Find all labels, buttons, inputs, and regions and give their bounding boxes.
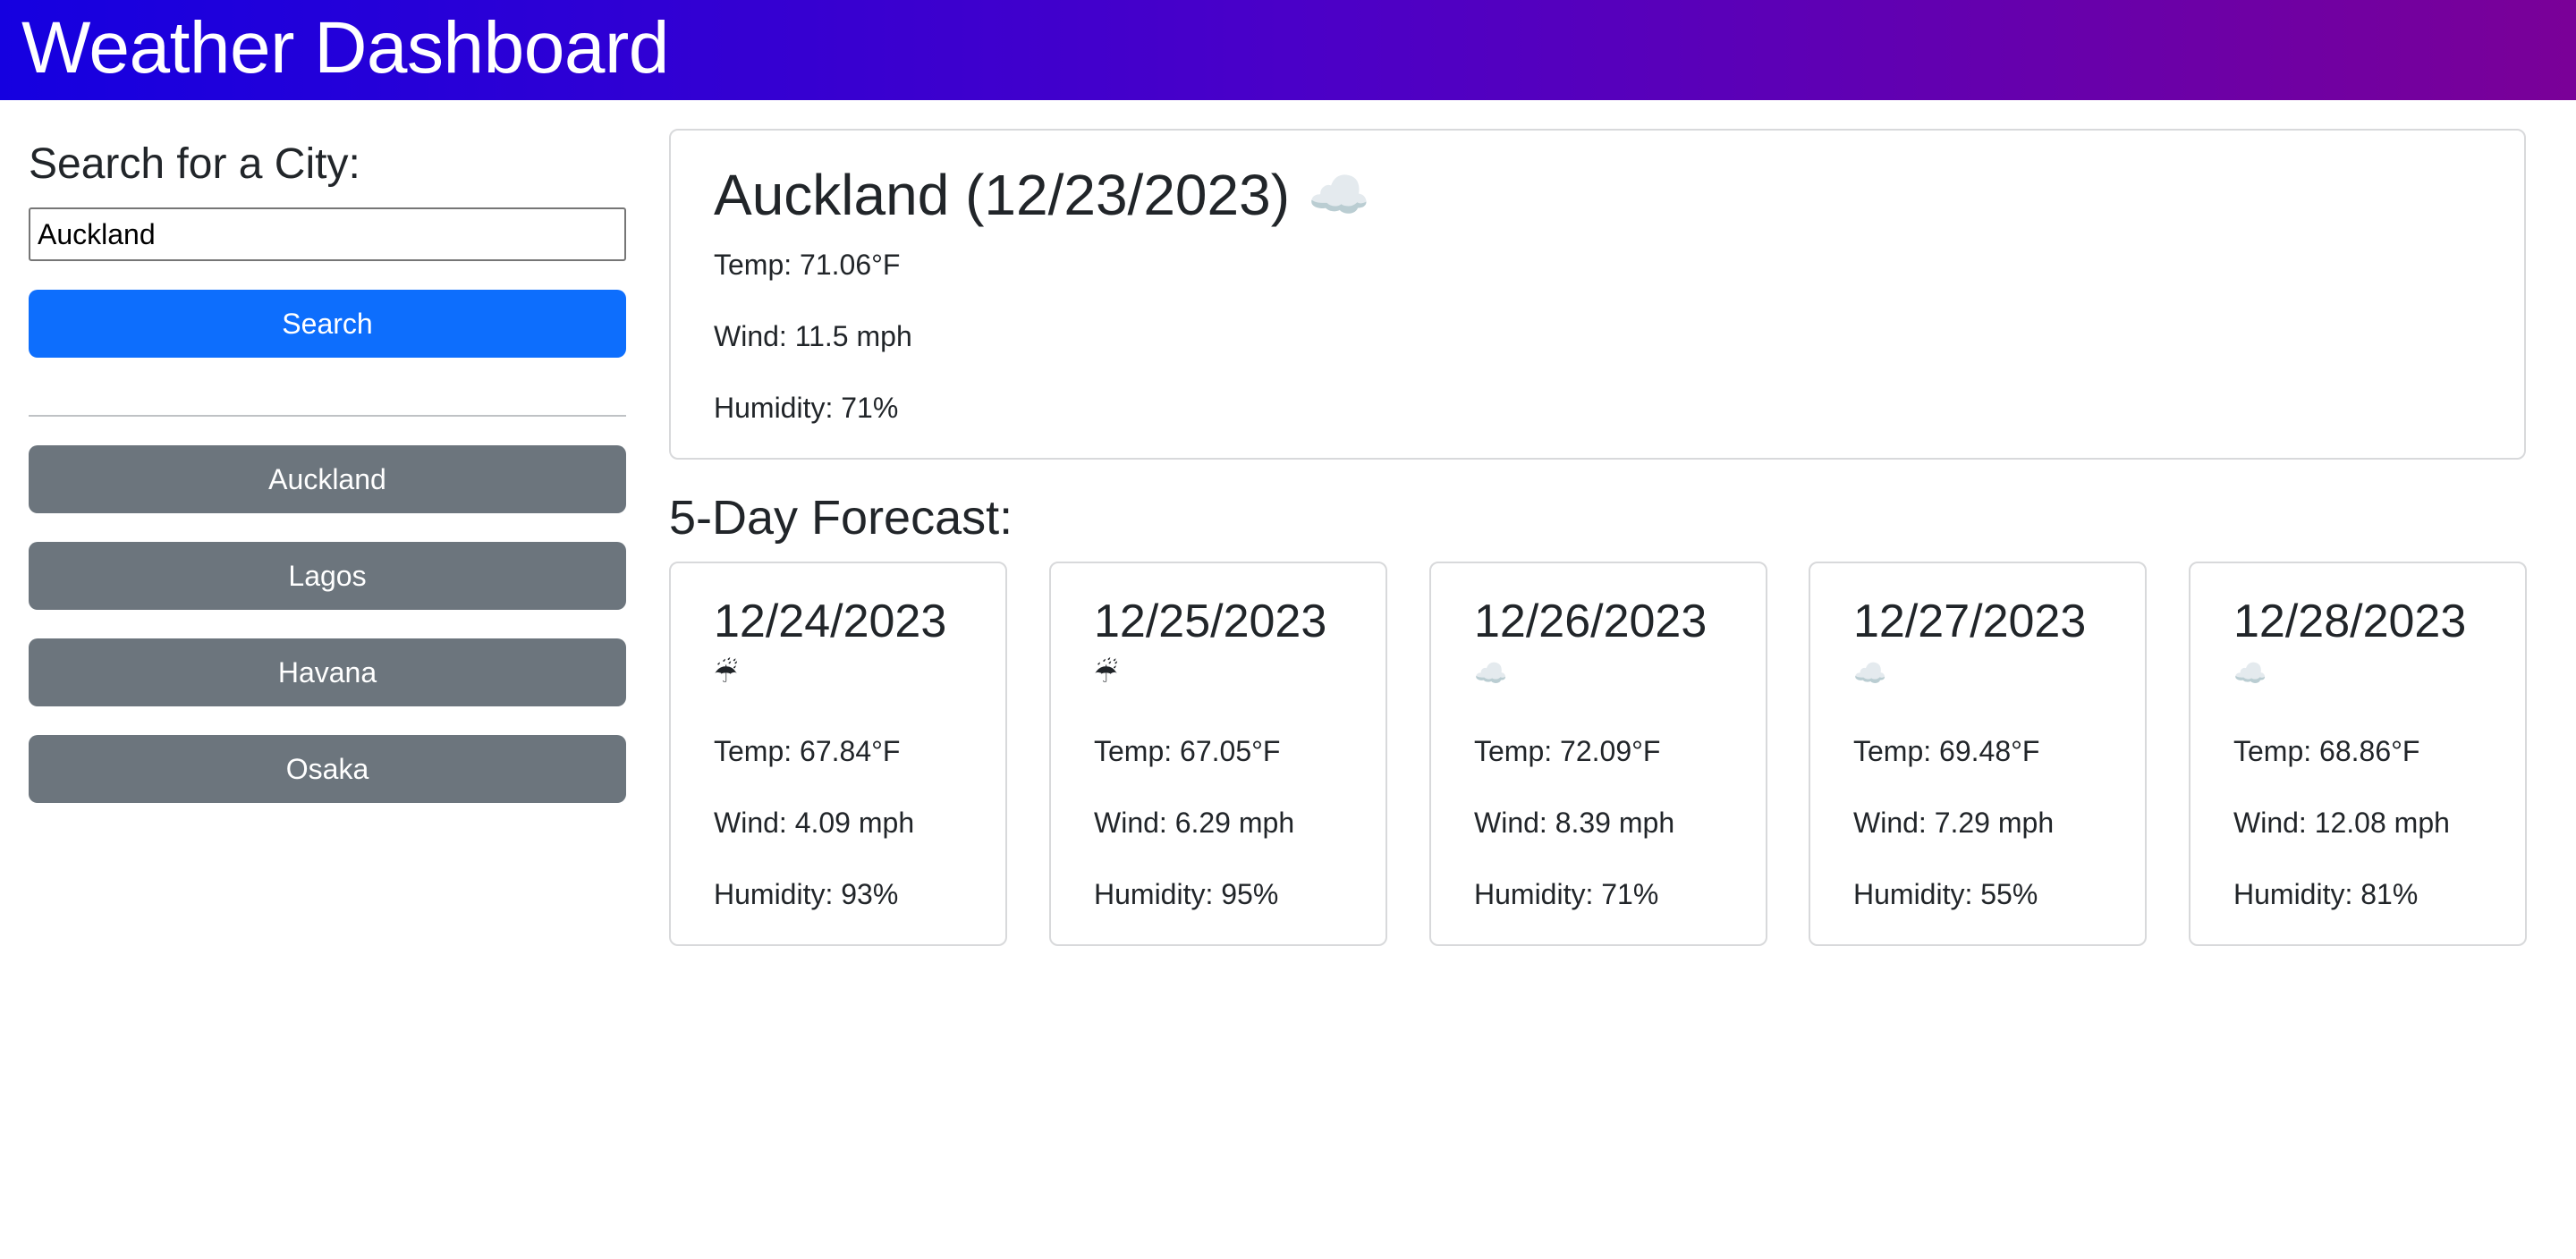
forecast-wind: Wind: 8.39 mph <box>1474 807 1675 839</box>
current-weather-title: Auckland (12/23/2023) ☁️ <box>714 159 1370 231</box>
cloud-icon: ☁️ <box>1308 166 1370 223</box>
cloud-icon: ☁️ <box>1474 659 1508 689</box>
forecast-wind: Wind: 6.29 mph <box>1094 807 1295 839</box>
forecast-humidity: Humidity: 55% <box>1853 878 2038 910</box>
current-temp: Temp: 71.06°F <box>714 249 901 281</box>
forecast-date: 12/24/2023 <box>714 596 947 647</box>
forecast-temp: Temp: 67.84°F <box>714 735 901 767</box>
forecast-wind: Wind: 4.09 mph <box>714 807 915 839</box>
forecast-card: 12/24/2023 ☔ Temp: 67.84°F Wind: 4.09 mp… <box>669 562 1007 946</box>
umbrella-icon: ☔ <box>714 659 738 689</box>
current-city-date: Auckland (12/23/2023) <box>714 163 1290 227</box>
current-weather-card: Auckland (12/23/2023) ☁️ Temp: 71.06°F W… <box>669 129 2526 460</box>
forecast-heading: 5-Day Forecast: <box>669 491 1013 545</box>
history-button-auckland[interactable]: Auckland <box>29 445 626 513</box>
app-header: Weather Dashboard <box>0 0 2576 100</box>
forecast-card: 12/28/2023 ☁️ Temp: 68.86°F Wind: 12.08 … <box>2189 562 2527 946</box>
forecast-wind: Wind: 12.08 mph <box>2233 807 2450 839</box>
forecast-temp: Temp: 67.05°F <box>1094 735 1281 767</box>
forecast-humidity: Humidity: 71% <box>1474 878 1659 910</box>
forecast-wind: Wind: 7.29 mph <box>1853 807 2055 839</box>
city-search-input[interactable] <box>29 207 626 261</box>
cloud-icon: ☁️ <box>2233 659 2267 689</box>
history-button-lagos[interactable]: Lagos <box>29 542 626 610</box>
search-button[interactable]: Search <box>29 290 626 358</box>
history-button-havana[interactable]: Havana <box>29 638 626 706</box>
sidebar-divider <box>29 415 626 417</box>
search-label: Search for a City: <box>29 140 360 188</box>
page-title: Weather Dashboard <box>21 7 669 89</box>
forecast-humidity: Humidity: 95% <box>1094 878 1279 910</box>
forecast-humidity: Humidity: 93% <box>714 878 899 910</box>
forecast-date: 12/25/2023 <box>1094 596 1327 647</box>
umbrella-icon: ☔ <box>1094 659 1118 689</box>
cloud-icon: ☁️ <box>1853 659 1887 689</box>
forecast-card: 12/26/2023 ☁️ Temp: 72.09°F Wind: 8.39 m… <box>1429 562 1767 946</box>
forecast-date: 12/27/2023 <box>1853 596 2087 647</box>
forecast-card: 12/25/2023 ☔ Temp: 67.05°F Wind: 6.29 mp… <box>1049 562 1387 946</box>
forecast-humidity: Humidity: 81% <box>2233 878 2419 910</box>
forecast-temp: Temp: 68.86°F <box>2233 735 2420 767</box>
current-wind: Wind: 11.5 mph <box>714 320 912 352</box>
forecast-temp: Temp: 72.09°F <box>1474 735 1661 767</box>
current-humidity: Humidity: 71% <box>714 392 899 424</box>
forecast-card: 12/27/2023 ☁️ Temp: 69.48°F Wind: 7.29 m… <box>1809 562 2147 946</box>
forecast-temp: Temp: 69.48°F <box>1853 735 2040 767</box>
forecast-date: 12/26/2023 <box>1474 596 1707 647</box>
history-button-osaka[interactable]: Osaka <box>29 735 626 803</box>
forecast-date: 12/28/2023 <box>2233 596 2467 647</box>
